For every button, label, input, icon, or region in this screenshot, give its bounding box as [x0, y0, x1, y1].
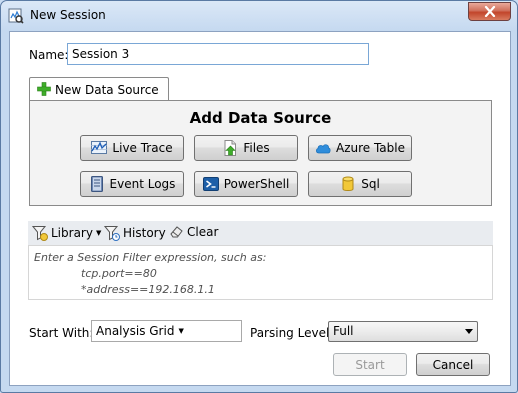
session-icon [8, 8, 24, 24]
history-button[interactable]: History [104, 225, 166, 241]
filter-hint-line: Enter a Session Filter expression, such … [34, 251, 267, 264]
eraser-icon [170, 226, 183, 238]
add-icon [37, 82, 51, 96]
files-label: Files [243, 141, 270, 155]
start-with-value: Analysis Grid [96, 324, 175, 338]
filter-library-icon [32, 226, 48, 241]
powershell-button[interactable]: PowerShell [194, 171, 298, 197]
azure-table-label: Azure Table [335, 141, 405, 155]
session-name-input[interactable]: Session 3 [67, 43, 369, 65]
sql-icon [342, 176, 354, 191]
session-filter-textarea[interactable]: Enter a Session Filter expression, such … [28, 245, 493, 300]
live-trace-icon [91, 141, 108, 154]
library-label: Library [51, 226, 93, 240]
parsing-level-select[interactable]: Full [328, 321, 478, 342]
tab-label: New Data Source [55, 83, 159, 97]
cancel-button-label: Cancel [432, 357, 474, 372]
parsing-level-value: Full [333, 324, 354, 338]
new-session-dialog: New Session Name: Session 3 New Data Sou… [0, 0, 518, 393]
start-button-label: Start [355, 357, 385, 372]
filter-toolbar: Library ▼ History Clear [28, 221, 493, 245]
filter-hint-example: tcp.port==80 [81, 267, 157, 280]
chevron-down-icon [465, 329, 473, 334]
history-label: History [123, 226, 166, 240]
filter-history-icon [104, 226, 120, 241]
parsing-level-label: Parsing Level: [250, 326, 334, 340]
chevron-down-icon: ▼ [178, 327, 184, 335]
start-with-dropdown[interactable]: Analysis Grid ▼ [91, 320, 242, 342]
name-label: Name: [29, 48, 69, 62]
start-button[interactable]: Start [333, 353, 407, 376]
tab-new-data-source[interactable]: New Data Source [29, 77, 169, 101]
sql-label: Sql [361, 177, 380, 191]
live-trace-button[interactable]: Live Trace [80, 135, 184, 161]
library-dropdown[interactable]: Library ▼ [32, 225, 101, 241]
azure-table-button[interactable]: Azure Table [308, 135, 412, 161]
clear-label: Clear [187, 225, 219, 239]
sql-button[interactable]: Sql [308, 171, 412, 197]
cancel-button[interactable]: Cancel [416, 353, 490, 376]
close-icon [484, 6, 495, 17]
close-button[interactable] [468, 2, 511, 21]
chevron-down-icon: ▼ [95, 229, 102, 237]
filter-hint-example: *address==192.168.1.1 [81, 283, 215, 296]
data-source-title: Add Data Source [189, 109, 332, 127]
start-with-label: Start With: [29, 326, 94, 340]
data-source-panel: Add Data Source Live Trace Files Azure T… [29, 100, 492, 206]
files-button[interactable]: Files [194, 135, 298, 161]
event-logs-icon [90, 176, 103, 192]
clear-button[interactable]: Clear [170, 225, 218, 239]
dialog-body: Name: Session 3 New Data Source Add Data… [9, 31, 511, 386]
event-logs-button[interactable]: Event Logs [80, 171, 184, 197]
files-icon [224, 140, 237, 156]
azure-cloud-icon [316, 144, 331, 154]
powershell-label: PowerShell [223, 177, 290, 191]
window-title: New Session [30, 8, 106, 22]
live-trace-label: Live Trace [112, 141, 173, 155]
title-bar[interactable]: New Session [1, 1, 517, 31]
powershell-icon [202, 177, 219, 191]
event-logs-label: Event Logs [109, 177, 176, 191]
